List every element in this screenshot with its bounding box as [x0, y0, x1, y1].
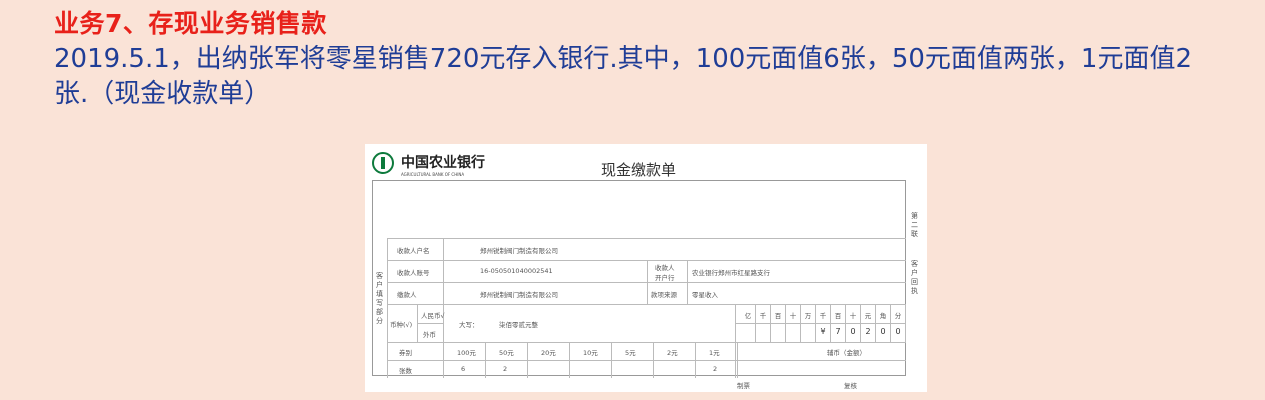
amount-unit: 分: [894, 312, 902, 320]
right-side-label-2: 客户回执: [911, 260, 918, 295]
denomination: 50元: [499, 349, 514, 357]
payee-bank-label-2: 开户行: [655, 274, 675, 282]
payee-name-value: 郑州锐制阀门制造有限公司: [480, 247, 558, 255]
payee-bank-value: 农业银行郑州市红星路支行: [692, 269, 770, 277]
capital-label: 大写：: [459, 321, 479, 329]
left-side-label: 客户填写部分: [376, 272, 383, 325]
denomination: 2元: [667, 349, 678, 357]
amount-digit: ¥: [820, 327, 826, 336]
payee-account-value: 16-050501040002541: [480, 267, 553, 275]
amount-digit: 7: [835, 327, 841, 336]
denomination-count: 6: [461, 365, 466, 373]
denomination-count: 2: [503, 365, 508, 373]
right-side-label-1: 第二联: [911, 212, 918, 238]
heading: 业务7、存现业务销售款: [54, 9, 327, 38]
denomination: 5元: [625, 349, 636, 357]
amount-digit: 2: [865, 327, 871, 336]
payer-value: 郑州锐制阀门制造有限公司: [480, 291, 558, 299]
payer-label: 缴款人: [397, 291, 417, 299]
capital-value: 柒佰零贰元整: [499, 321, 538, 329]
denomination: 20元: [541, 349, 556, 357]
currency-label: 币种(√): [390, 321, 413, 329]
slip-frame: [372, 180, 906, 376]
denomination: 1元: [709, 349, 720, 357]
amount-digit: 0: [850, 327, 856, 336]
source-label: 款项来源: [651, 291, 677, 299]
amount-unit: 元: [864, 312, 872, 320]
description: 2019.5.1，出纳张军将零星销售720元存入银行.其中，100元面值6张，5…: [54, 44, 1193, 109]
amount-digit: 0: [880, 327, 886, 336]
amount-digit: 0: [895, 327, 901, 336]
denomination: 10元: [583, 349, 598, 357]
amount-unit: 百: [774, 312, 782, 320]
amount-unit: 千: [819, 312, 827, 320]
bank-name-en: AGRICULTURAL BANK OF CHINA: [401, 172, 465, 177]
amount-unit: 角: [879, 312, 887, 320]
payee-bank-label-1: 收款人: [655, 264, 675, 272]
amount-unit: 十: [789, 312, 797, 320]
denomination-count: 2: [713, 365, 718, 373]
amount-unit: 百: [834, 312, 842, 320]
coin-label: 辅币（金额）: [827, 349, 866, 357]
count-label: 张数: [399, 367, 412, 375]
source-value: 零星收入: [692, 291, 718, 299]
currency-foreign: 外币: [423, 331, 436, 339]
checker-label: 复核: [844, 382, 857, 390]
abc-logo-icon: [372, 152, 394, 174]
bank-name-cn: 中国农业银行: [401, 155, 485, 171]
amount-unit: 千: [759, 312, 767, 320]
form-title: 现金缴款单: [601, 161, 677, 179]
amount-unit: 万: [804, 312, 812, 320]
amount-unit: 十: [849, 312, 857, 320]
payee-name-label: 收款人户名: [397, 247, 430, 255]
payee-account-label: 收款人账号: [397, 269, 430, 277]
maker-label: 制票: [737, 382, 750, 390]
amount-unit: 亿: [744, 312, 752, 320]
denomination: 100元: [457, 349, 476, 357]
cash-deposit-slip: 中国农业银行 AGRICULTURAL BANK OF CHINA 现金缴款单 …: [365, 144, 927, 392]
denom-label: 券别: [399, 349, 412, 357]
currency-rmb: 人民币√: [421, 312, 445, 320]
